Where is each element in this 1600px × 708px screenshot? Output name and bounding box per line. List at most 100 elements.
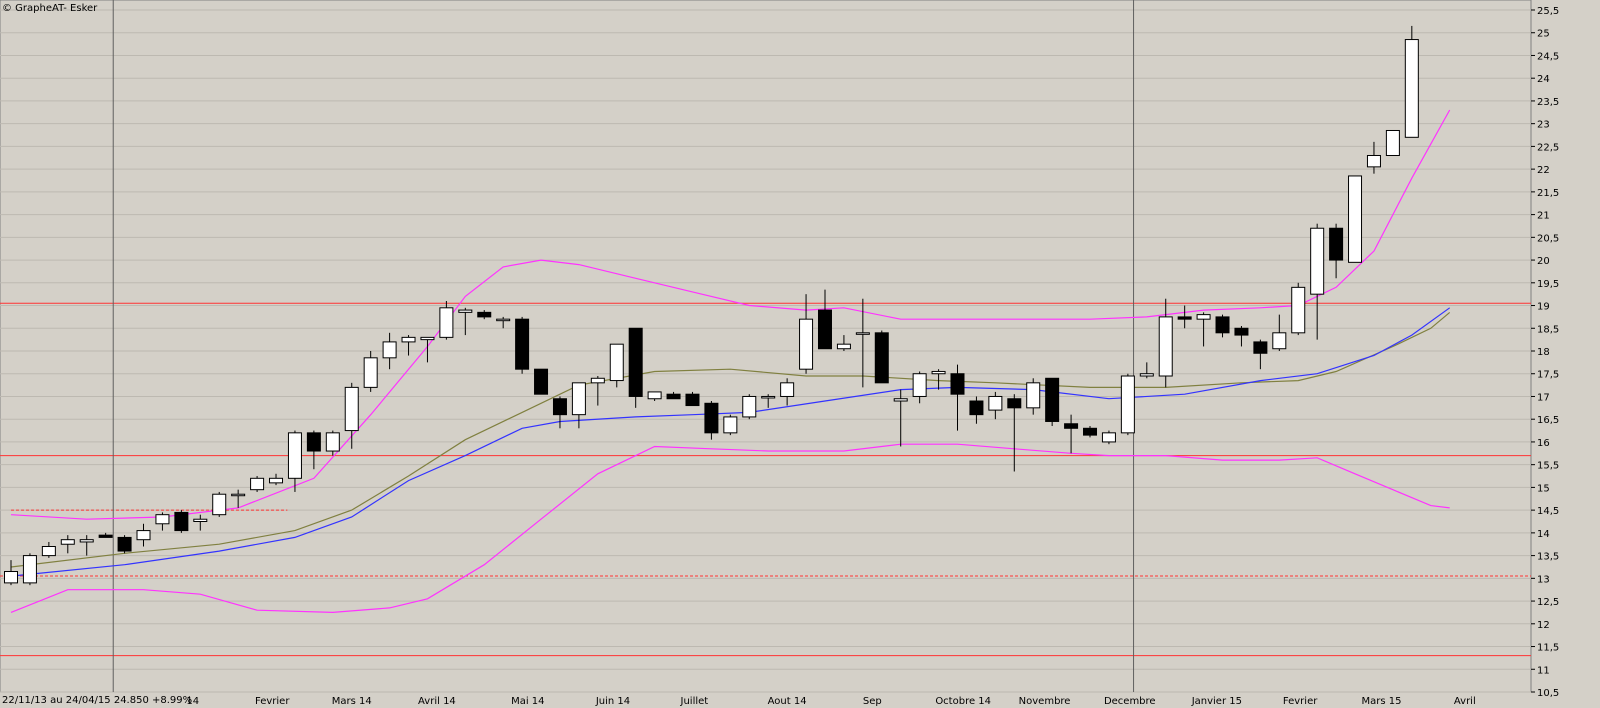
candle-body-up <box>1291 286 1306 334</box>
x-tick-label: Aout 14 <box>768 696 807 707</box>
candle-body-up <box>136 530 151 541</box>
y-tick-label: 14 <box>1537 529 1550 540</box>
candle-body-down <box>306 432 321 452</box>
x-axis: 14 Fevrier Mars 14 Avril 14 Mai 14 Juin 14 Jui… <box>186 696 1475 707</box>
x-tick-label: Sep <box>863 696 882 707</box>
x-tick-label: Novembre <box>1019 696 1071 707</box>
y-tick-label: 22 <box>1537 165 1550 176</box>
candle <box>1348 175 1363 263</box>
y-tick-label: 25 <box>1537 29 1550 40</box>
candle-body-up <box>893 398 908 402</box>
candle-body-up <box>836 343 851 350</box>
candle <box>685 391 700 407</box>
candle-body-up <box>931 370 946 375</box>
candle-body-down <box>1064 423 1079 429</box>
y-axis: 10,5 11 11,5 12 12,5 13 13,5 14 14,5 15 15,5 16 16,5… <box>1531 6 1559 699</box>
y-tick-label: 25,5 <box>1537 6 1559 17</box>
candle <box>1120 373 1135 436</box>
candle <box>212 491 227 517</box>
y-tick-label: 23,5 <box>1537 97 1559 108</box>
y-tick-label: 24 <box>1537 74 1550 85</box>
candle-body-up <box>988 395 1003 411</box>
candle <box>1291 282 1306 336</box>
candle <box>174 510 189 533</box>
candle-body-down <box>1329 227 1344 261</box>
y-tick-label: 19 <box>1537 302 1550 313</box>
candle-body-up <box>325 432 340 452</box>
candle <box>723 414 738 436</box>
candle-body-up <box>799 318 814 370</box>
candle-body-up <box>590 377 605 384</box>
candle <box>1404 25 1419 138</box>
candle-body-up <box>269 477 284 484</box>
y-tick-label: 15,5 <box>1537 461 1559 472</box>
candle-body-up <box>1272 332 1287 350</box>
candle-body-up <box>1196 314 1211 320</box>
y-tick-label: 21,5 <box>1537 188 1559 199</box>
candle-body-up <box>1310 227 1325 295</box>
candle <box>742 394 757 420</box>
candle-body-up <box>250 477 265 491</box>
x-tick-label: Mars 14 <box>332 696 372 707</box>
x-tick-label: Avril <box>1454 696 1476 707</box>
candle-body-up <box>4 571 18 584</box>
candle-body-down <box>685 393 700 407</box>
y-tick-label: 18,5 <box>1537 324 1559 335</box>
x-tick-label: Juin 14 <box>595 696 630 707</box>
candle-body-up <box>155 514 170 525</box>
candle-body-up <box>647 391 662 400</box>
candle-body-up <box>1120 375 1135 434</box>
candle-body-up <box>382 341 397 359</box>
candle-body-up <box>1139 373 1154 377</box>
candle <box>874 330 889 384</box>
candle-body-down <box>174 511 189 532</box>
candle <box>1101 430 1116 445</box>
candle <box>250 476 265 492</box>
y-tick-label: 17 <box>1537 392 1550 403</box>
candle-body-down <box>1083 427 1098 436</box>
chart-container: 10,5 11 11,5 12 12,5 13 13,5 14 14,5 15 15,5 16 16,5… <box>0 0 1600 708</box>
candle-body-up <box>780 382 795 397</box>
candlestick-chart: 10,5 11 11,5 12 12,5 13 13,5 14 14,5 15 15,5 16 16,5… <box>0 0 1559 707</box>
candle-body-down <box>666 393 681 400</box>
candle <box>117 535 132 554</box>
y-tick-label: 24,5 <box>1537 51 1559 62</box>
y-tick-label: 10,5 <box>1537 688 1559 699</box>
y-tick-label: 18 <box>1537 347 1550 358</box>
y-tick-label: 22,5 <box>1537 142 1559 153</box>
candle-body-up <box>496 318 511 322</box>
y-tick-label: 17,5 <box>1537 370 1559 381</box>
candle-body-down <box>1007 398 1022 409</box>
y-tick-label: 11 <box>1537 665 1550 676</box>
candle-body-up <box>912 373 927 397</box>
candle-body-down <box>552 398 567 416</box>
y-tick-label: 14,5 <box>1537 506 1559 517</box>
candle-body-down <box>704 402 719 434</box>
candle-body-down <box>534 368 549 395</box>
x-tick-label: Octobre 14 <box>935 696 991 707</box>
candle-body-up <box>363 357 378 388</box>
x-tick-label: Avril 14 <box>418 696 456 707</box>
candle-body-up <box>231 493 246 497</box>
candle-body-up <box>1404 39 1419 138</box>
candle-body-up <box>1348 175 1363 263</box>
candle <box>1045 377 1060 427</box>
y-tick-label: 12 <box>1537 620 1550 631</box>
candle-body-down <box>1253 341 1268 354</box>
candle-body-down <box>1234 327 1249 336</box>
y-tick-label: 12,5 <box>1537 597 1559 608</box>
candle-body-up <box>1026 382 1041 409</box>
candle-body-up <box>1158 316 1173 377</box>
candle <box>628 327 643 408</box>
candle-body-down <box>117 536 132 552</box>
candle-body-up <box>761 395 776 399</box>
candle <box>515 316 530 374</box>
candle-body-down <box>950 373 965 395</box>
candle-body-up <box>60 539 75 545</box>
y-tick-label: 11,5 <box>1537 643 1559 654</box>
candle-body-up <box>855 332 870 335</box>
y-tick-label: 23 <box>1537 120 1550 131</box>
candle-body-up <box>79 539 94 543</box>
candle <box>22 553 37 586</box>
y-tick-label: 19,5 <box>1537 279 1559 290</box>
